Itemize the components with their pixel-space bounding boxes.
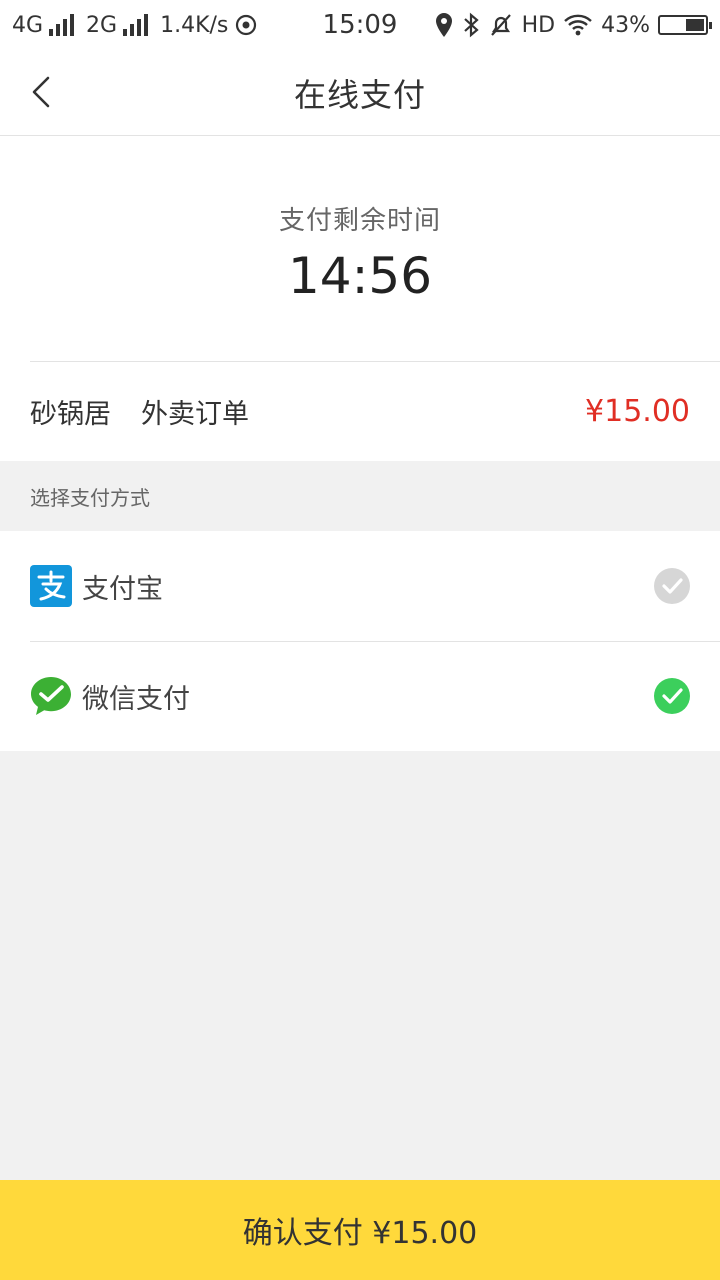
status-bar: 4G 2G 1.4K/s 15:09 HD 43% [0,0,720,50]
order-type: 外卖订单 [141,398,249,430]
hd-label: HD [521,12,556,38]
location-icon [435,13,452,37]
payment-option-wechat[interactable]: 微信支付 [0,641,720,751]
sync-icon [236,14,257,36]
signal-bars-icon [49,14,75,36]
payment-method-list: 支付宝 微信支付 [0,531,720,751]
shop-name: 砂锅居 [30,398,111,430]
status-right: HD 43% [434,12,712,38]
checked-circle-icon[interactable] [654,678,690,714]
payment-option-alipay[interactable]: 支付宝 [0,531,720,641]
network-speed: 1.4K/s [160,12,229,38]
wifi-icon [564,14,592,36]
network-4g-label: 4G [12,12,44,38]
nav-bar: 在线支付 [0,50,720,136]
confirm-payment-button[interactable]: 确认支付 ¥15.00 [0,1180,720,1280]
battery-icon [658,15,712,35]
bluetooth-icon [463,12,479,38]
status-left: 4G 2G 1.4K/s [12,13,258,38]
order-price: ¥15.00 [585,393,690,429]
signal-bars-2-icon [123,14,149,36]
back-chevron-left-icon[interactable] [24,72,64,112]
payment-option-label: 微信支付 [82,683,190,715]
unchecked-circle-icon[interactable] [654,568,690,604]
countdown-value: 14:56 [287,247,433,305]
page-title: 在线支付 [293,75,426,114]
network-2g-label: 2G [86,12,118,38]
countdown-section: 支付剩余时间 14:56 [0,136,720,361]
countdown-label: 支付剩余时间 [278,206,441,236]
alipay-icon [30,565,72,607]
payment-option-label: 支付宝 [82,573,163,605]
order-summary-row: 砂锅居 外卖订单 ¥15.00 [0,361,720,461]
wechat-pay-icon [31,677,71,715]
mute-bell-icon [490,14,511,36]
payment-section-header: 选择支付方式 [30,485,150,510]
battery-percent: 43% [601,12,650,38]
